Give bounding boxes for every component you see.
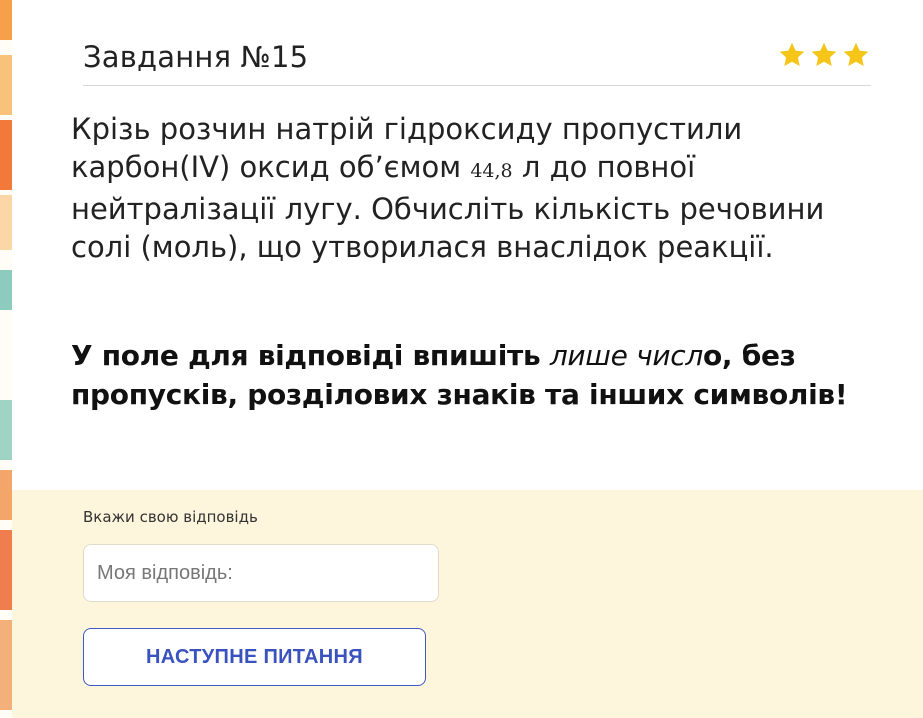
answer-instruction: У поле для відповіді впишіть лише число,…: [71, 336, 871, 414]
star-icon: [843, 42, 869, 66]
instruction-emphasis: лише числ: [549, 339, 703, 372]
instruction-part1: У поле для відповіді впишіть: [71, 339, 541, 372]
task-header: Завдання №15: [83, 38, 871, 86]
star-icon: [811, 42, 837, 66]
next-question-button[interactable]: НАСТУПНЕ ПИТАННЯ: [83, 628, 426, 686]
volume-value: 44,8: [470, 160, 513, 182]
difficulty-stars: [777, 40, 871, 70]
answer-zone: Вкажи свою відповідь НАСТУПНЕ ПИТАННЯ: [12, 490, 923, 718]
task-title: Завдання №15: [83, 40, 309, 74]
question-text: Крізь розчин натрій гідроксиду пропустил…: [71, 110, 871, 266]
star-icon: [779, 42, 805, 66]
answer-input[interactable]: [83, 544, 439, 602]
answer-label: Вкажи свою відповідь: [83, 508, 258, 526]
